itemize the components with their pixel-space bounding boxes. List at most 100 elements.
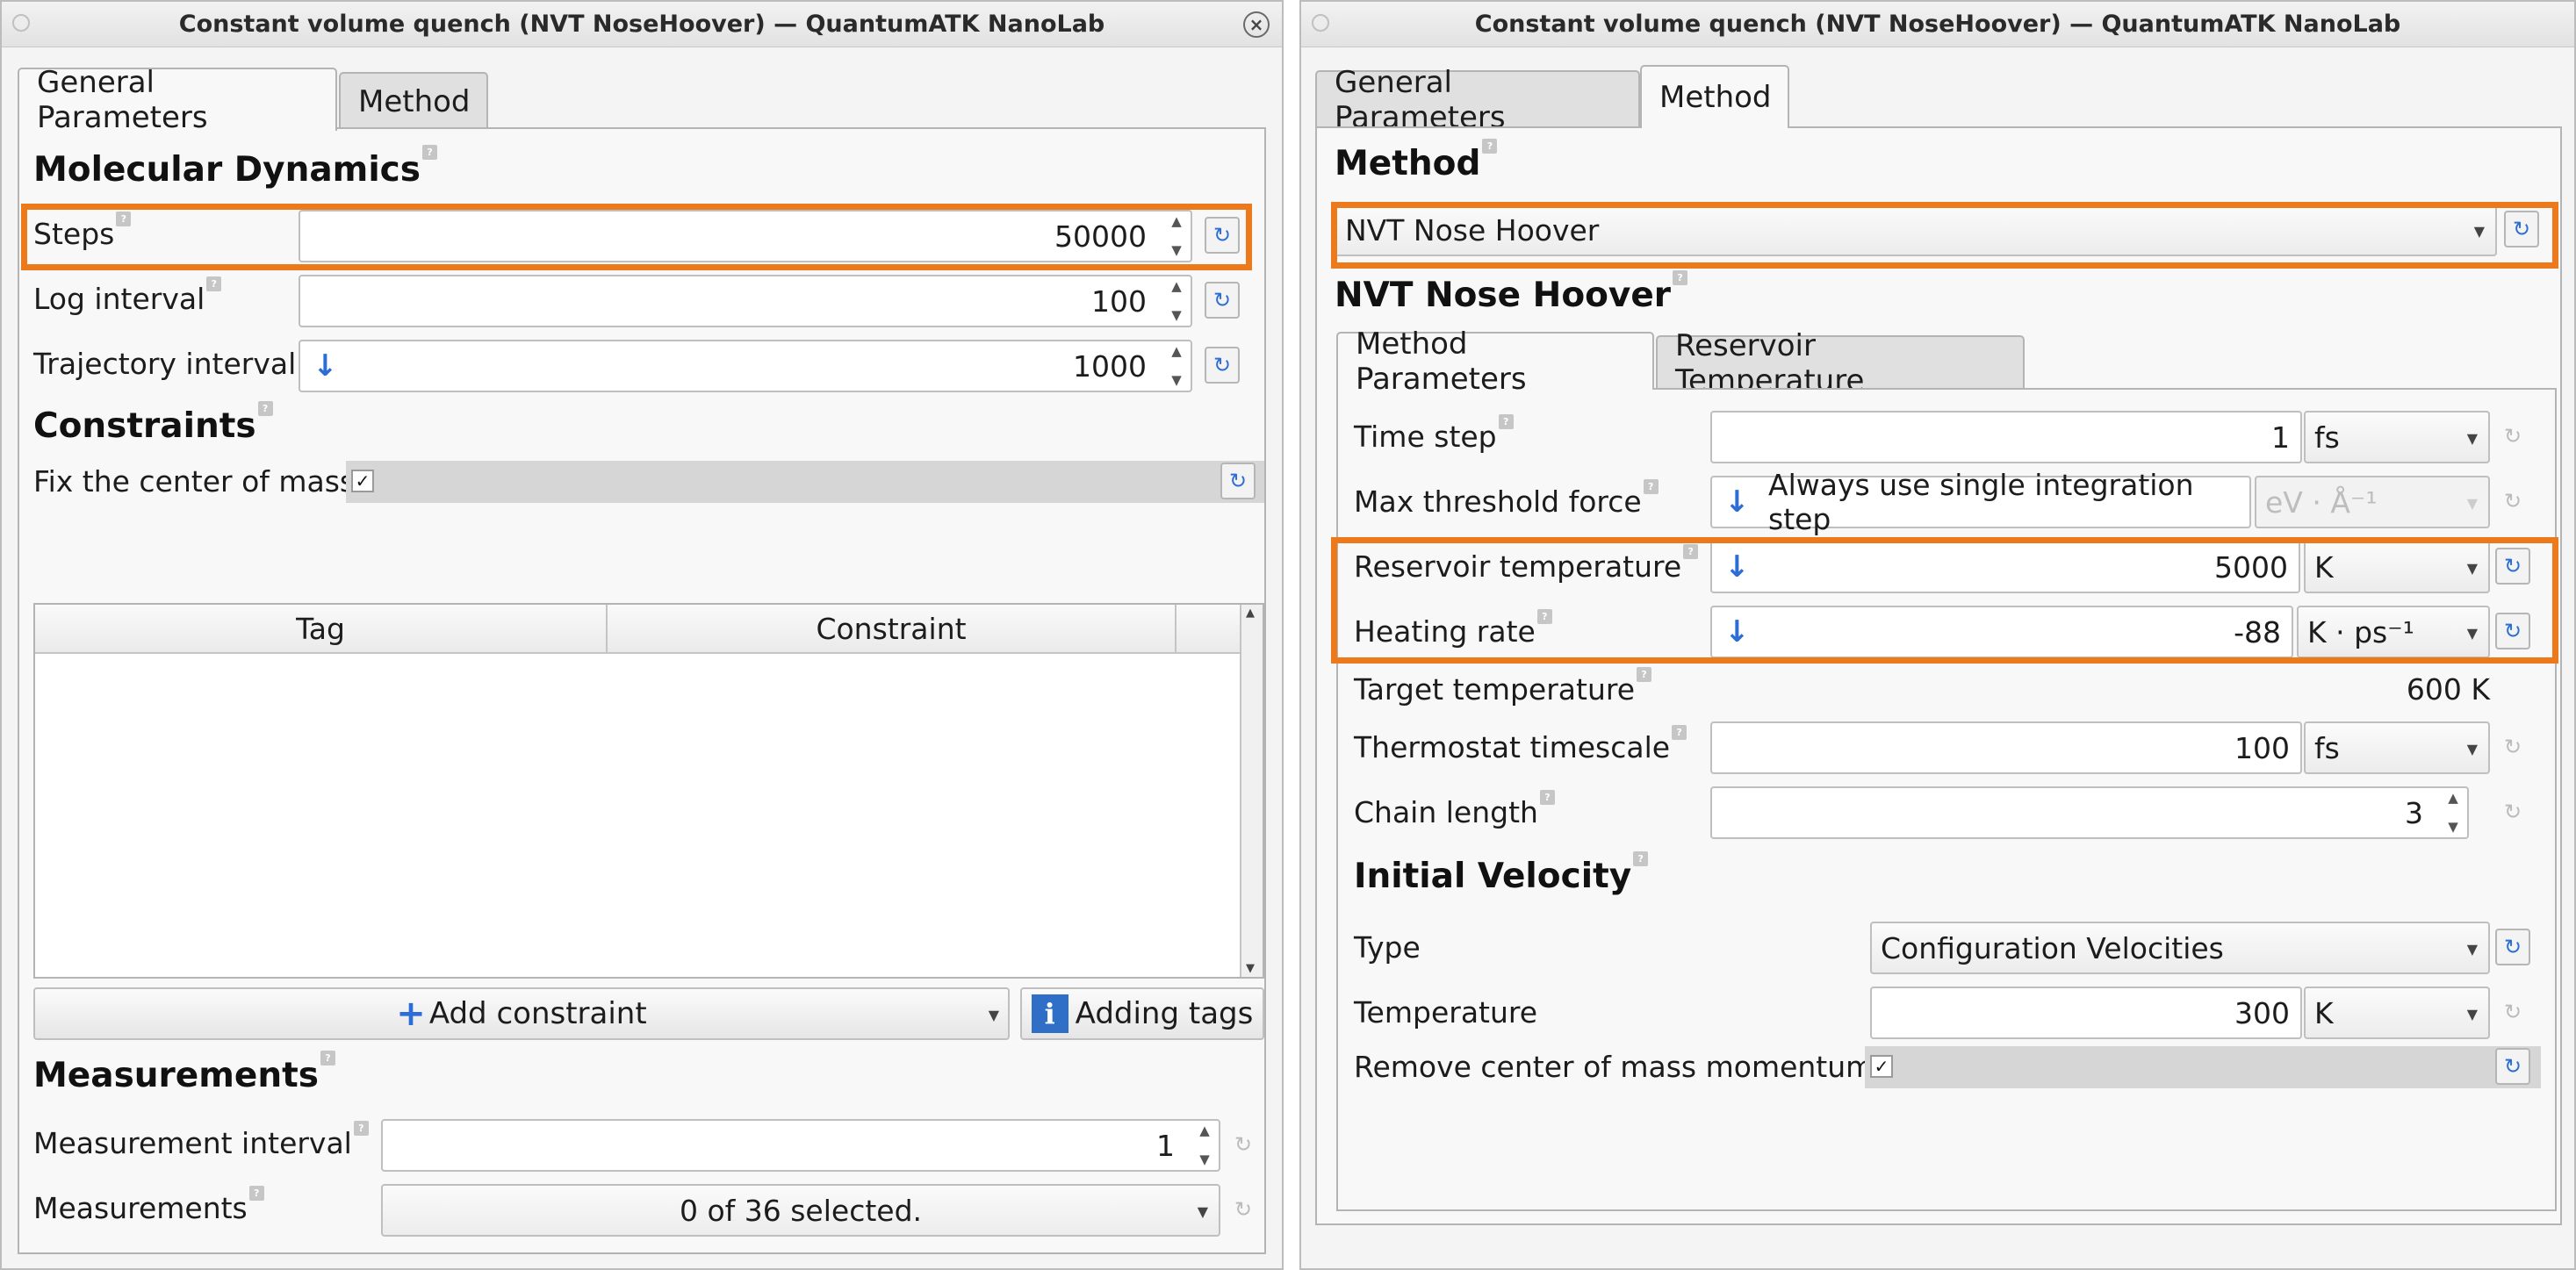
reset-icon[interactable]: ↻ — [1226, 1191, 1261, 1228]
help-icon[interactable]: ? — [206, 276, 222, 291]
window-menu-button[interactable] — [1312, 14, 1329, 32]
arrow-down-icon[interactable]: ↓ — [313, 348, 338, 384]
help-icon[interactable]: ? — [1643, 479, 1659, 494]
arrow-down-icon[interactable]: ↓ — [1724, 614, 1750, 649]
chain-length-input[interactable]: 3 ▲ ▼ — [1710, 786, 2469, 839]
help-icon[interactable]: ? — [353, 1121, 369, 1136]
chevron-up-icon[interactable]: ▲ — [1171, 215, 1182, 228]
reset-icon[interactable]: ↻ — [2495, 793, 2530, 830]
heating-rate-input[interactable]: ↓ -88 — [1710, 606, 2293, 658]
temperature-input[interactable]: 300 — [1870, 987, 2302, 1039]
chevron-up-icon[interactable]: ▲ — [1199, 1124, 1210, 1137]
tab-method[interactable]: Method — [1640, 65, 1789, 128]
column-header-tag[interactable]: Tag — [35, 605, 608, 654]
reset-icon[interactable]: ↻ — [1220, 463, 1256, 499]
chevron-down-icon[interactable]: ▼ — [1198, 1203, 1208, 1220]
remove-com-checkbox[interactable]: ✓ — [1870, 1055, 1893, 1078]
scroll-up-icon[interactable]: ▲ — [1246, 606, 1255, 620]
max-threshold-force-input[interactable]: ↓ Always use single integration step — [1710, 468, 2251, 536]
subtab-reservoir-temperature[interactable]: Reservoir Temperature — [1656, 328, 2025, 398]
reset-icon[interactable]: ↻ — [2495, 994, 2530, 1030]
chevron-up-icon[interactable]: ▲ — [1171, 345, 1182, 358]
chevron-down-icon[interactable]: ▼ — [2467, 560, 2478, 577]
help-icon[interactable]: ? — [320, 1051, 335, 1066]
spin-buttons[interactable]: ▲ ▼ — [1192, 1124, 1217, 1166]
window-titlebar[interactable]: Constant volume quench (NVT NoseHoover) … — [1301, 2, 2574, 47]
chevron-down-icon[interactable]: ▼ — [989, 1007, 999, 1023]
subtab-method-parameters[interactable]: Method Parameters — [1336, 326, 1654, 397]
thermostat-timescale-input[interactable]: 100 — [1710, 721, 2302, 774]
measurements-select[interactable]: 0 of 36 selected. ▼ — [381, 1184, 1220, 1237]
column-header-constraint[interactable]: Constraint — [608, 605, 1176, 654]
reset-icon[interactable]: ↻ — [2504, 211, 2539, 248]
reset-icon[interactable]: ↻ — [1205, 217, 1240, 254]
adding-tags-button[interactable]: i Adding tags — [1020, 987, 1264, 1040]
reset-icon[interactable]: ↻ — [2495, 483, 2530, 520]
reset-icon[interactable]: ↻ — [2495, 418, 2530, 455]
method-select[interactable]: NVT Nose Hoover ▼ — [1335, 204, 2497, 256]
reset-icon[interactable]: ↻ — [1205, 347, 1240, 384]
add-constraint-button[interactable]: + Add constraint ▼ — [33, 987, 1010, 1040]
scroll-down-icon[interactable]: ▼ — [1246, 962, 1255, 975]
reset-icon[interactable]: ↻ — [1205, 282, 1240, 319]
thermostat-unit-select[interactable]: fs ▼ — [2304, 721, 2490, 774]
arrow-down-icon[interactable]: ↓ — [1724, 549, 1750, 585]
log-interval-input[interactable]: 100 ▲ ▼ — [299, 275, 1192, 327]
reservoir-temperature-input[interactable]: ↓ 5000 — [1710, 541, 2300, 593]
window-menu-button[interactable] — [12, 14, 30, 32]
arrow-down-icon[interactable]: ↓ — [1724, 484, 1750, 520]
help-icon[interactable]: ? — [257, 401, 273, 416]
vertical-scrollbar[interactable]: ▲ ▼ — [1240, 605, 1263, 977]
help-icon[interactable]: ? — [1539, 790, 1555, 805]
help-icon[interactable]: ? — [1637, 667, 1652, 682]
close-icon[interactable]: × — [1243, 11, 1270, 38]
spin-buttons[interactable]: ▲ ▼ — [2441, 792, 2465, 834]
help-icon[interactable]: ? — [1482, 139, 1498, 154]
reservoir-temperature-unit-select[interactable]: K ▼ — [2304, 541, 2490, 593]
chevron-down-icon[interactable]: ▼ — [2467, 741, 2478, 757]
chevron-down-icon[interactable]: ▼ — [2467, 625, 2478, 642]
velocity-type-select[interactable]: Configuration Velocities ▼ — [1870, 922, 2490, 974]
help-icon[interactable]: ? — [1633, 851, 1649, 866]
reset-icon[interactable]: ↻ — [2495, 728, 2530, 765]
reset-icon[interactable]: ↻ — [2495, 929, 2530, 965]
help-icon[interactable]: ? — [248, 1186, 264, 1201]
chevron-down-icon[interactable]: ▼ — [1171, 374, 1182, 387]
heating-rate-unit-select[interactable]: K · ps⁻¹ ▼ — [2297, 606, 2490, 658]
tab-general-parameters[interactable]: General Parameters — [18, 65, 337, 135]
chevron-down-icon[interactable]: ▼ — [1171, 309, 1182, 322]
trajectory-interval-input[interactable]: ↓ 1000 ▲ ▼ — [299, 340, 1192, 392]
help-icon[interactable]: ? — [116, 212, 132, 226]
spin-buttons[interactable]: ▲ ▼ — [1164, 280, 1189, 322]
measurement-interval-input[interactable]: 1 ▲ ▼ — [381, 1119, 1220, 1172]
help-icon[interactable]: ? — [1683, 544, 1699, 559]
reset-icon[interactable]: ↻ — [2495, 548, 2530, 585]
spin-buttons[interactable]: ▲ ▼ — [1164, 215, 1189, 257]
reset-icon[interactable]: ↻ — [1226, 1126, 1261, 1163]
reset-icon[interactable]: ↻ — [2495, 613, 2530, 649]
time-step-input[interactable]: 1 — [1710, 411, 2302, 463]
constraints-table[interactable]: Tag Constraint ▲ ▼ — [33, 603, 1264, 979]
chevron-down-icon[interactable]: ▼ — [2467, 941, 2478, 958]
chevron-up-icon[interactable]: ▲ — [2448, 792, 2458, 805]
chevron-down-icon[interactable]: ▼ — [1171, 244, 1182, 257]
window-titlebar[interactable]: Constant volume quench (NVT NoseHoover) … — [2, 2, 1282, 47]
chevron-down-icon[interactable]: ▼ — [2448, 821, 2458, 834]
temperature-unit-select[interactable]: K ▼ — [2304, 987, 2490, 1039]
tab-method[interactable]: Method — [339, 72, 488, 130]
chevron-down-icon[interactable]: ▼ — [2467, 430, 2478, 447]
chevron-down-icon[interactable]: ▼ — [2467, 1006, 2478, 1022]
chevron-up-icon[interactable]: ▲ — [1171, 280, 1182, 293]
steps-input[interactable]: 50000 ▲ ▼ — [299, 210, 1192, 262]
fix-com-checkbox[interactable]: ✓ — [351, 470, 374, 492]
spin-buttons[interactable]: ▲ ▼ — [1164, 345, 1189, 387]
chevron-down-icon[interactable]: ▼ — [2474, 223, 2485, 240]
help-icon[interactable]: ? — [422, 145, 438, 160]
tab-general-parameters[interactable]: General Parameters — [1315, 65, 1640, 135]
help-icon[interactable]: ? — [1673, 270, 1688, 285]
help-icon[interactable]: ? — [1498, 414, 1514, 429]
reset-icon[interactable]: ↻ — [2495, 1048, 2530, 1085]
chevron-down-icon[interactable]: ▼ — [1199, 1153, 1210, 1166]
help-icon[interactable]: ? — [1672, 725, 1687, 740]
time-step-unit-select[interactable]: fs ▼ — [2304, 411, 2490, 463]
